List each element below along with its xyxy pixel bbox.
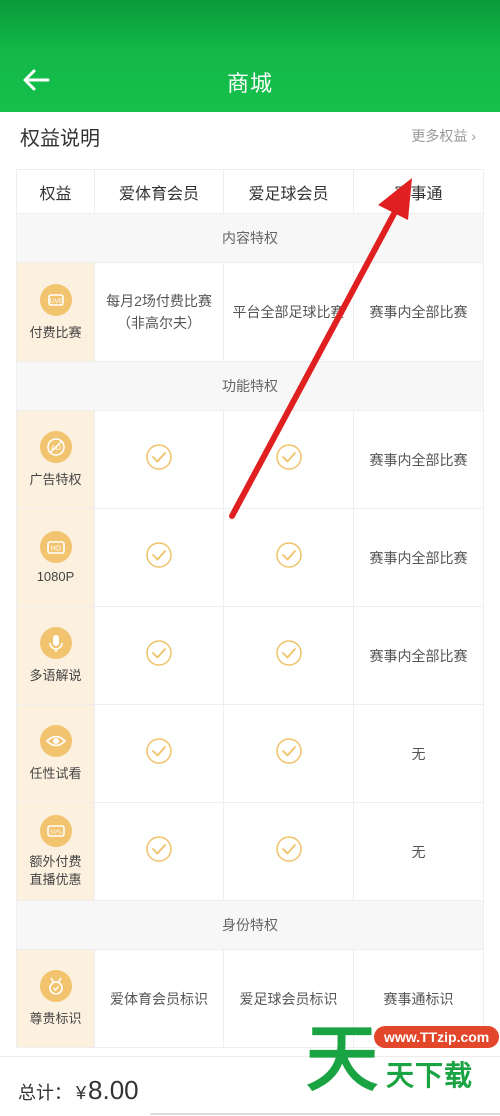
cell-football-member bbox=[223, 410, 354, 509]
check-circle-icon bbox=[146, 737, 172, 764]
microphone-icon bbox=[39, 627, 72, 659]
table-row: 50% 额外付费 直播优惠 无 bbox=[16, 802, 484, 901]
hd-icon: HD bbox=[39, 531, 72, 563]
cell-event-pass: 赛事通标识 bbox=[353, 949, 484, 1048]
column-header-benefit: 权益 bbox=[16, 169, 95, 214]
group-row-content: 内容特权 bbox=[16, 213, 484, 263]
check-circle-icon bbox=[275, 541, 302, 568]
row-label-paid-match: LIVE 付费比赛 bbox=[16, 262, 95, 362]
check-circle-icon bbox=[146, 639, 172, 666]
row-label-text: 额外付费 直播优惠 bbox=[29, 853, 82, 887]
group-label: 内容特权 bbox=[16, 213, 484, 263]
eye-icon bbox=[39, 725, 72, 757]
cell-football-member bbox=[223, 606, 354, 705]
cell-sports-member bbox=[94, 802, 224, 901]
svg-text:LIVE: LIVE bbox=[49, 298, 62, 305]
table-row: HD 1080P 赛事内全部比赛 bbox=[16, 508, 484, 607]
app-header: 商城 bbox=[0, 0, 500, 112]
row-label-multi-commentary: 多语解说 bbox=[16, 606, 95, 705]
check-circle-icon bbox=[146, 443, 172, 470]
row-label-text: 1080P bbox=[36, 569, 75, 584]
cell-sports-member bbox=[94, 508, 224, 607]
row-label-text: 付费比赛 bbox=[29, 324, 82, 340]
cell-football-member: 平台全部足球比赛 bbox=[223, 262, 354, 362]
row-label-text: 任性试看 bbox=[29, 766, 82, 781]
table-header-row: 权益 爱体育会员 爱足球会员 赛事通 bbox=[16, 169, 484, 214]
check-circle-icon bbox=[146, 835, 172, 862]
cell-event-pass: 无 bbox=[353, 704, 484, 803]
group-row-function: 功能特权 bbox=[16, 361, 484, 411]
benefits-section-header: 权益说明 更多权益 › bbox=[0, 112, 500, 168]
benefits-table: 权益 爱体育会员 爱足球会员 赛事通 内容特权 LIVE 付费比赛 每月2场付费… bbox=[16, 169, 484, 1048]
check-circle-icon bbox=[146, 541, 172, 568]
cell-football-member: 爱足球会员标识 bbox=[223, 949, 354, 1048]
row-label-text: 广告特权 bbox=[29, 472, 82, 487]
svg-text:50%: 50% bbox=[49, 829, 61, 835]
coupon-icon: 50% bbox=[39, 814, 72, 847]
row-label-text: 多语解说 bbox=[29, 668, 82, 683]
row-label-ad-privilege: AD 广告特权 bbox=[16, 410, 95, 509]
cell-football-member bbox=[223, 802, 354, 901]
table-row: 尊贵标识 爱体育会员标识 爱足球会员标识 赛事通标识 bbox=[16, 949, 484, 1048]
cell-football-member bbox=[223, 704, 354, 803]
group-label: 功能特权 bbox=[16, 361, 484, 411]
check-circle-icon bbox=[275, 639, 302, 666]
table-row: AD 广告特权 赛事内全部比赛 bbox=[16, 410, 484, 509]
row-label-badge: 尊贵标识 bbox=[16, 949, 95, 1048]
table-row: 多语解说 赛事内全部比赛 bbox=[16, 606, 484, 705]
cell-event-pass: 赛事内全部比赛 bbox=[353, 410, 484, 509]
row-label-1080p: HD 1080P bbox=[16, 508, 95, 607]
total-label: 总计： bbox=[18, 1083, 72, 1103]
cell-sports-member: 爱体育会员标识 bbox=[94, 949, 224, 1048]
column-header-sports-member: 爱体育会员 bbox=[94, 169, 224, 214]
cell-sports-member bbox=[94, 410, 224, 509]
cell-event-pass: 赛事内全部比赛 bbox=[353, 606, 484, 705]
currency-symbol: ¥ bbox=[76, 1083, 87, 1103]
divider bbox=[150, 1113, 500, 1115]
group-label: 身份特权 bbox=[16, 900, 484, 950]
cell-sports-member bbox=[94, 704, 224, 803]
column-header-football-member: 爱足球会员 bbox=[223, 169, 354, 214]
cell-sports-member: 每月2场付费比赛 （非高尔夫） bbox=[94, 262, 224, 362]
medal-icon bbox=[39, 970, 72, 1002]
check-circle-icon bbox=[275, 443, 302, 470]
chevron-right-icon: › bbox=[471, 128, 476, 144]
check-circle-icon bbox=[275, 737, 302, 764]
check-circle-icon bbox=[275, 835, 302, 862]
cell-football-member bbox=[223, 508, 354, 607]
live-icon: LIVE bbox=[39, 283, 72, 316]
column-header-event-pass: 赛事通 bbox=[353, 169, 484, 214]
table-row: 任性试看 无 bbox=[16, 704, 484, 803]
cell-event-pass: 赛事内全部比赛 bbox=[353, 508, 484, 607]
row-label-extra-paid: 50% 额外付费 直播优惠 bbox=[16, 802, 95, 901]
cell-event-pass: 赛事内全部比赛 bbox=[353, 262, 484, 362]
more-benefits-label: 更多权益 bbox=[411, 128, 468, 144]
no-ad-icon: AD bbox=[39, 431, 72, 463]
benefits-title: 权益说明 bbox=[20, 128, 100, 150]
row-label-free-preview: 任性试看 bbox=[16, 704, 95, 803]
more-benefits-link[interactable]: 更多权益 › bbox=[411, 126, 476, 146]
page-title: 商城 bbox=[226, 71, 273, 96]
table-row: LIVE 付费比赛 每月2场付费比赛 （非高尔夫） 平台全部足球比赛 赛事内全部… bbox=[16, 262, 484, 362]
group-row-identity: 身份特权 bbox=[16, 900, 484, 950]
checkout-bar: 总计： ¥8.00 bbox=[0, 1056, 500, 1116]
cell-event-pass: 无 bbox=[353, 802, 484, 901]
row-label-text: 尊贵标识 bbox=[29, 1011, 82, 1026]
price-amount: 8.00 bbox=[88, 1075, 139, 1105]
cell-sports-member bbox=[94, 606, 224, 705]
total-price: ¥8.00 bbox=[76, 1075, 139, 1106]
svg-text:HD: HD bbox=[50, 545, 61, 553]
